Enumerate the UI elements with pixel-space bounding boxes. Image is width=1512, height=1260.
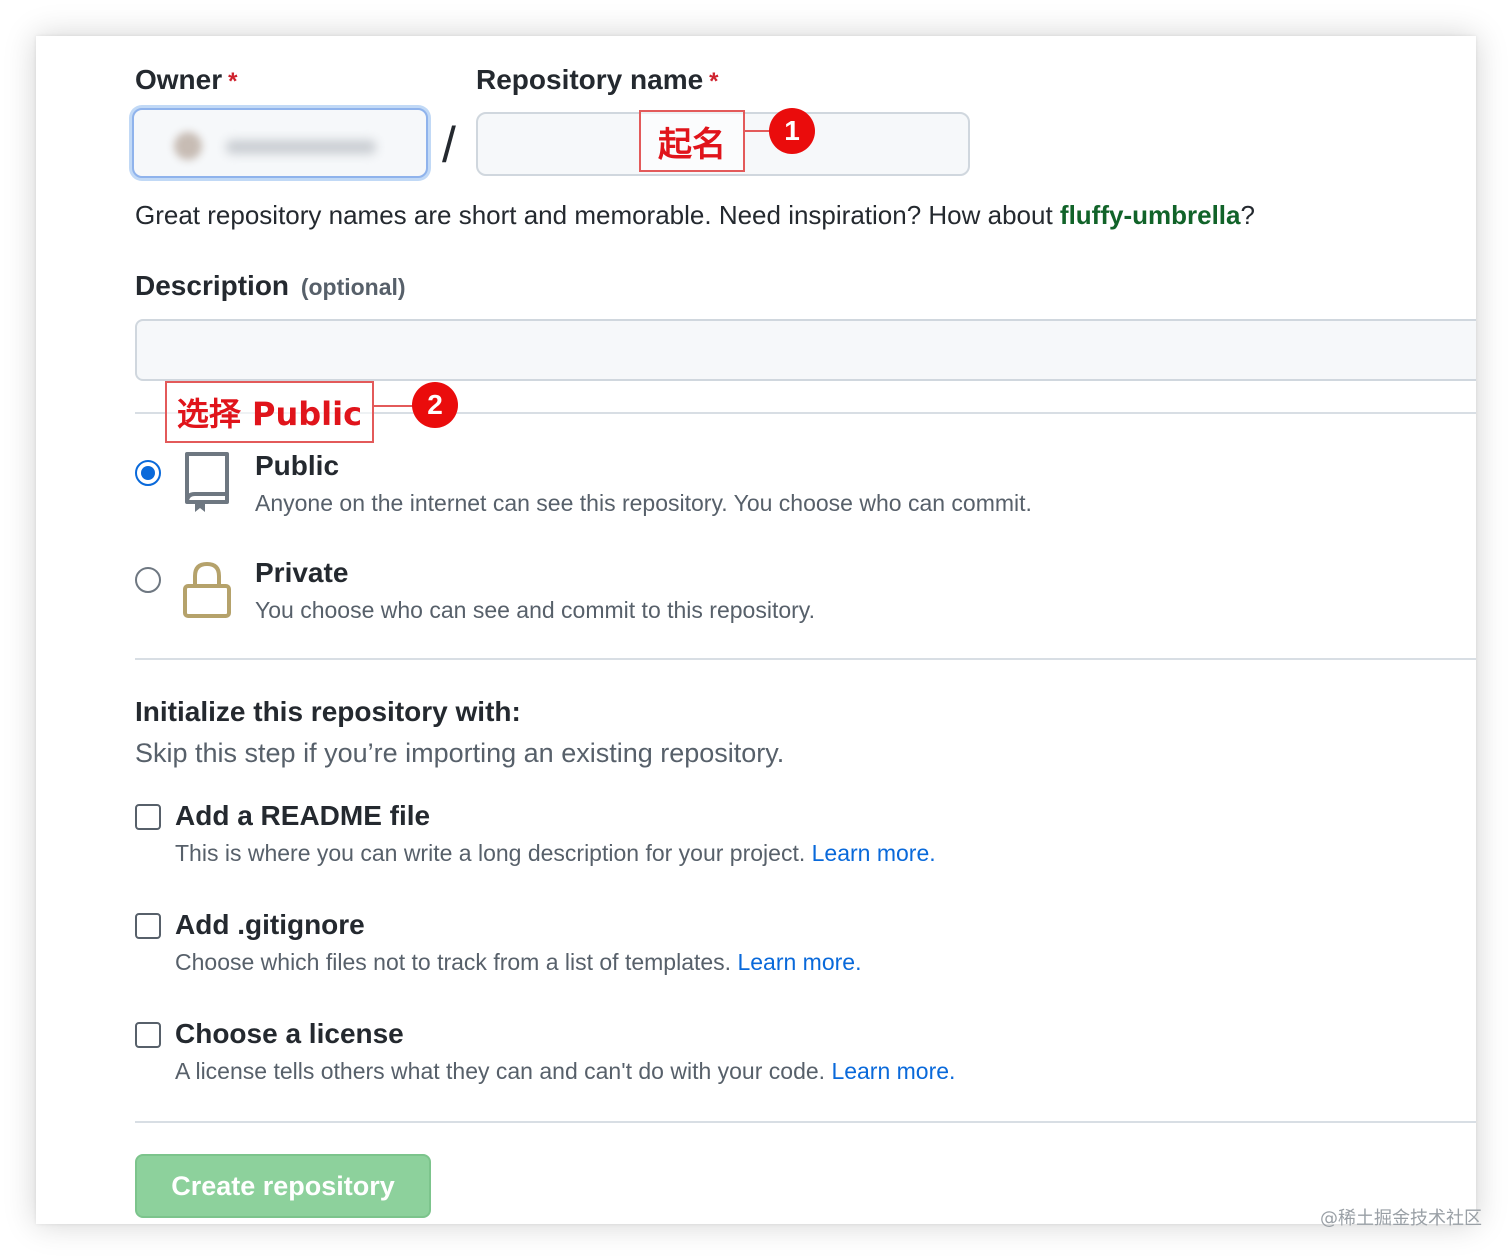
annotation-public-box: 选择 Public (165, 381, 374, 443)
visibility-public-description: Anyone on the internet can see this repo… (255, 490, 1032, 516)
license-learn-more-link[interactable]: Learn more. (831, 1058, 955, 1084)
annotation-2-connector (374, 405, 416, 407)
repo-name-label-text: Repository name (476, 64, 704, 95)
gitignore-description: Choose which files not to track from a l… (175, 949, 861, 976)
visibility-private-description: You choose who can see and commit to thi… (255, 597, 815, 623)
lock-icon (183, 561, 231, 618)
create-repository-button[interactable]: Create repository (135, 1154, 431, 1218)
watermark: @稀土掘金技术社区 (1320, 1208, 1482, 1229)
divider (135, 1121, 1476, 1123)
new-repository-form-card: Owner * / Repository name * 起名 1 Great rep… (36, 36, 1476, 1224)
annotation-badge-1: 1 (769, 108, 815, 154)
repo-name-hint: Great repository names are short and mem… (135, 200, 1255, 231)
owner-label-text: Owner (135, 64, 223, 95)
repo-icon (185, 452, 229, 512)
description-label-text: Description (135, 270, 290, 301)
hint-text: Great repository names are short and mem… (135, 200, 1060, 230)
name-suggestion-link[interactable]: fluffy-umbrella (1060, 200, 1241, 230)
gitignore-checkbox[interactable] (135, 913, 161, 939)
owner-select[interactable] (132, 108, 428, 178)
license-description: A license tells others what they can and… (175, 1058, 955, 1085)
repo-name-label: Repository name * (476, 64, 719, 96)
owner-repo-separator: / (442, 117, 456, 173)
owner-label: Owner * (135, 64, 237, 96)
description-optional-hint: (optional) (300, 274, 406, 300)
annotation-name-box: 起名 (639, 110, 745, 172)
readme-title: Add a README file (175, 800, 431, 831)
radio-private[interactable] (135, 567, 161, 593)
initialize-subtitle: Skip this step if you’re importing an ex… (135, 738, 785, 768)
visibility-private-title: Private (255, 557, 349, 588)
gitignore-title: Add .gitignore (175, 909, 365, 940)
radio-public[interactable] (135, 460, 161, 486)
initialize-title: Initialize this repository with: (135, 696, 521, 727)
owner-avatar (174, 132, 202, 160)
gitignore-description-text: Choose which files not to track from a l… (175, 949, 732, 975)
license-checkbox[interactable] (135, 1022, 161, 1048)
hint-suffix: ? (1240, 200, 1255, 230)
readme-learn-more-link[interactable]: Learn more. (812, 840, 936, 866)
description-label: Description (optional) (135, 270, 406, 302)
required-mark: * (709, 68, 719, 95)
license-description-text: A license tells others what they can and… (175, 1058, 826, 1084)
readme-description-text: This is where you can write a long descr… (175, 840, 806, 866)
description-input[interactable] (135, 319, 1476, 381)
required-mark: * (228, 68, 238, 95)
readme-description: This is where you can write a long descr… (175, 840, 936, 867)
divider (135, 658, 1476, 660)
annotation-badge-2: 2 (412, 382, 458, 428)
readme-checkbox[interactable] (135, 804, 161, 830)
gitignore-learn-more-link[interactable]: Learn more. (737, 949, 861, 975)
owner-name-blurred (226, 140, 376, 154)
visibility-public-title: Public (255, 450, 340, 481)
license-title: Choose a license (175, 1018, 404, 1049)
